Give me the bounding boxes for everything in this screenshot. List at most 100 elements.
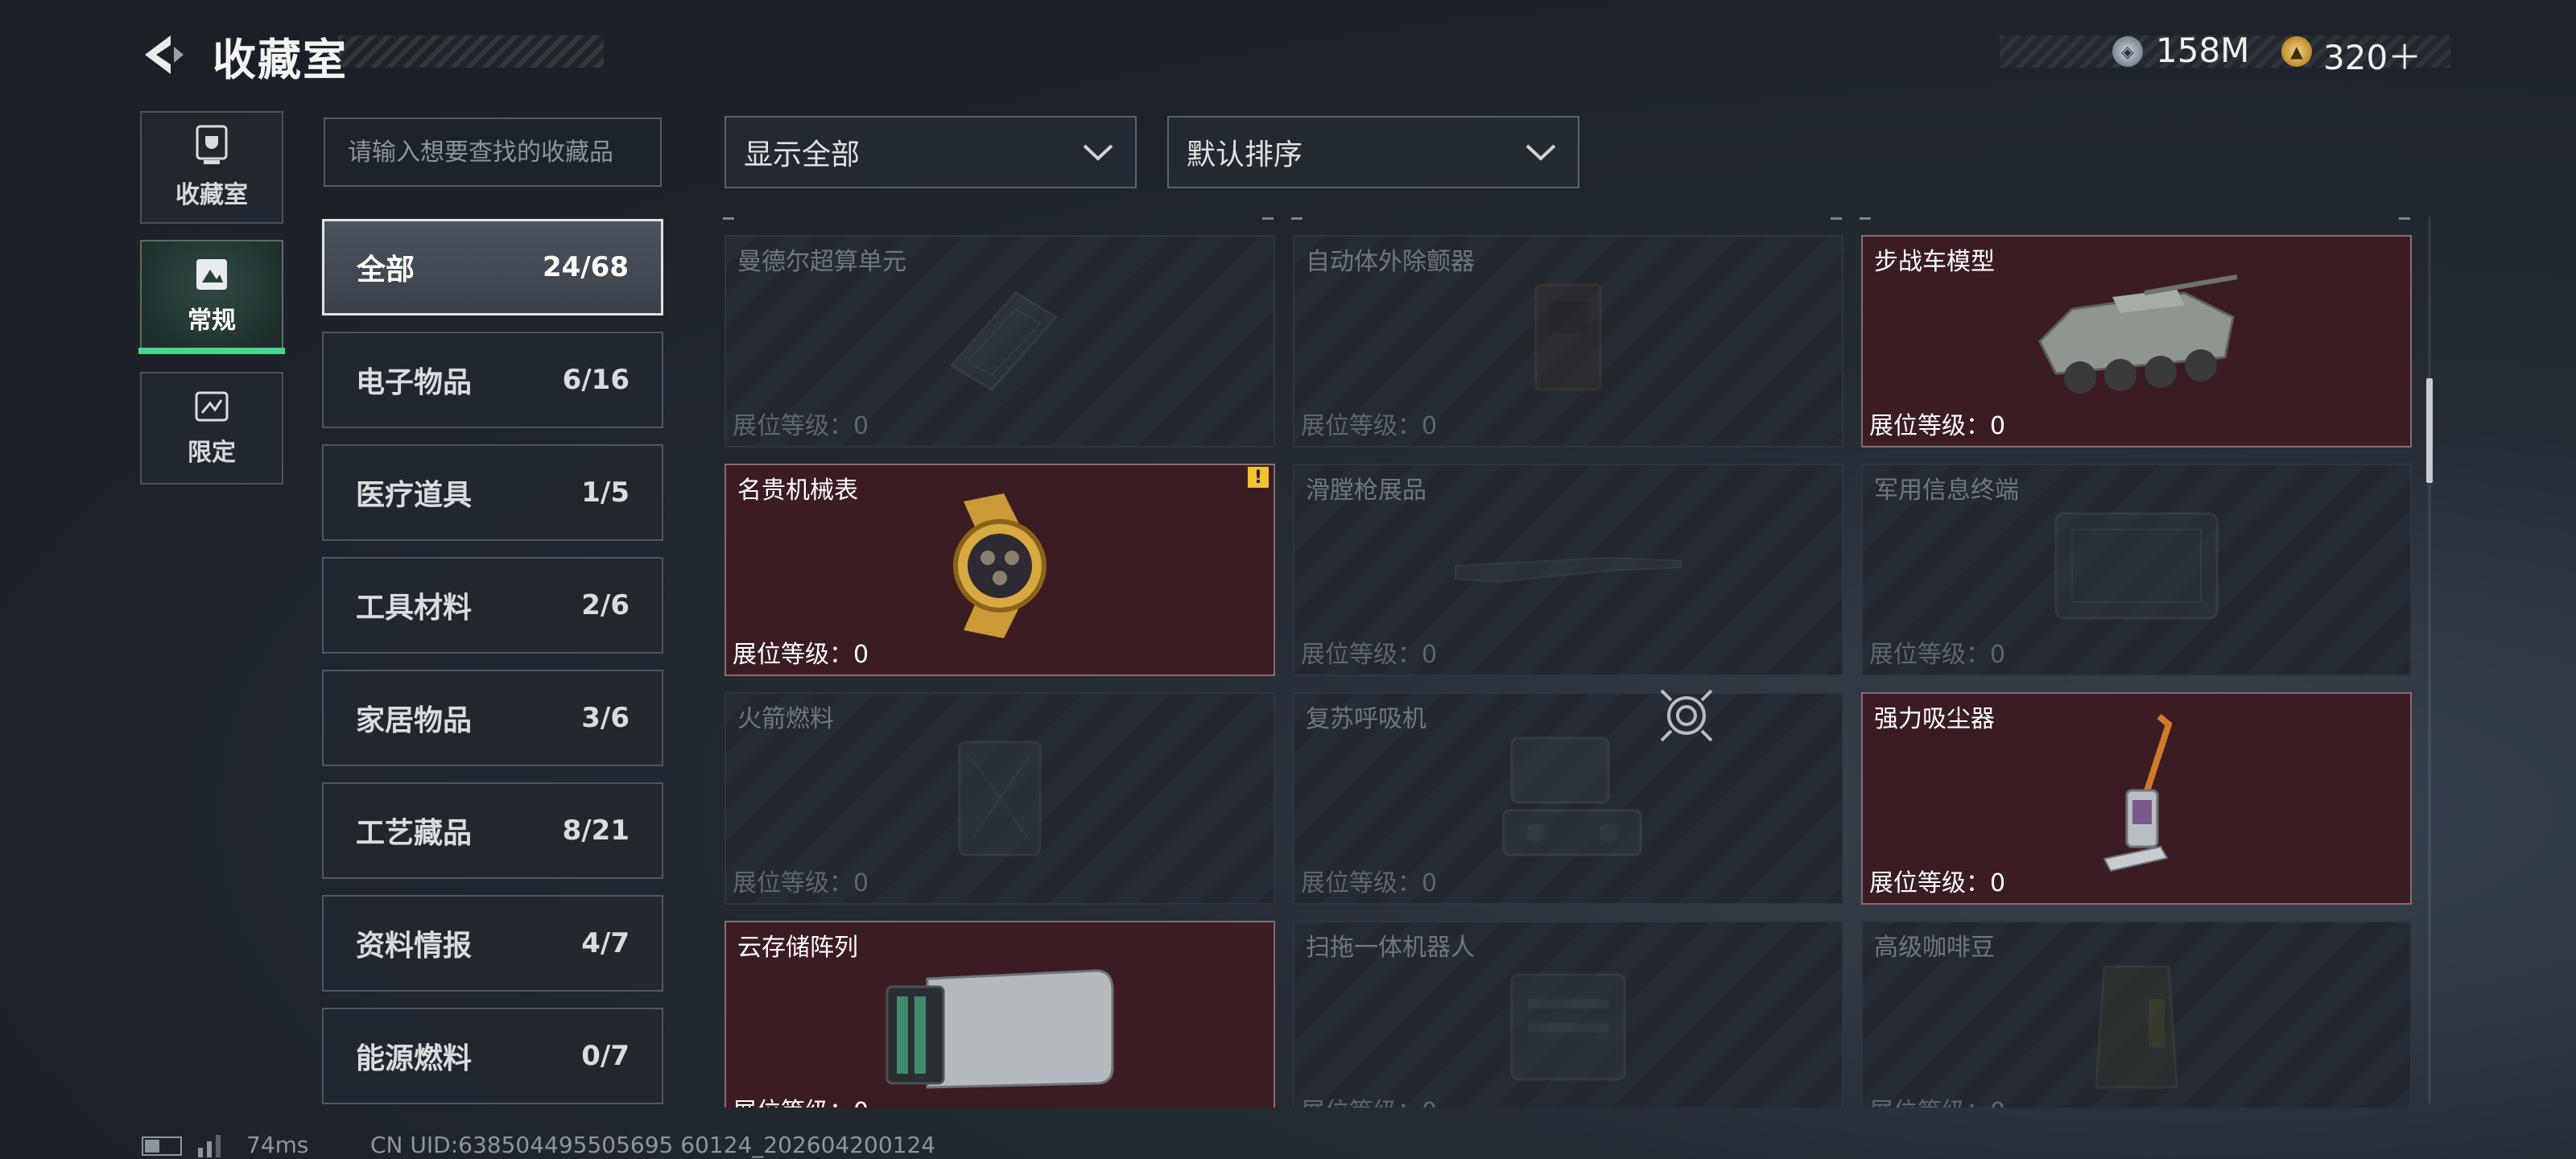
item-level: 展位等级：0	[733, 412, 869, 440]
category-electronics[interactable]: 电子物品 6/16	[322, 332, 663, 428]
category-all[interactable]: 全部 24/68	[322, 219, 663, 316]
collection-card[interactable]: 火箭燃料 展位等级：0	[724, 692, 1275, 905]
item-level: 展位等级：0	[1301, 869, 1438, 897]
category-medical[interactable]: 医疗道具 1/5	[322, 444, 663, 541]
collection-card[interactable]: 高级咖啡豆 展位等级：0	[1861, 921, 2412, 1107]
category-count: 8/21	[562, 815, 630, 847]
collection-card[interactable]: 扫拖一体机器人 展位等级：0	[1293, 921, 1843, 1107]
item-level: 展位等级：0	[1869, 412, 2006, 440]
musket-icon	[1455, 556, 1682, 583]
mop-robot-icon	[1510, 973, 1626, 1081]
vacuum-cleaner-icon	[2103, 713, 2173, 872]
collection-card[interactable]: 名贵机械表 ! 展位等级：0	[724, 464, 1275, 676]
category-energy[interactable]: 能源燃料 0/7	[322, 1008, 663, 1104]
collection-card[interactable]: 军用信息终端 展位等级：0	[1861, 464, 2412, 676]
trophy-icon	[196, 125, 228, 164]
category-name: 工具材料	[356, 592, 473, 625]
chevron-down-icon	[1083, 144, 1113, 161]
gold-coin-icon: ▲	[2281, 36, 2312, 67]
storage-array-icon	[886, 969, 1114, 1089]
nav-label: 收藏室	[175, 181, 248, 209]
item-name: 军用信息终端	[1874, 476, 2019, 505]
defibrillator-icon	[1534, 283, 1602, 391]
item-level: 展位等级：0	[1869, 869, 2006, 897]
item-name: 名贵机械表	[737, 476, 858, 505]
rugged-case-icon	[2054, 512, 2219, 620]
category-crafts[interactable]: 工艺藏品 8/21	[322, 782, 663, 879]
collection-card[interactable]: 步战车模型 展位等级：0	[1861, 235, 2412, 448]
ventilator-icon	[1502, 736, 1642, 856]
sort-value: 默认排序	[1187, 138, 1303, 171]
nav-label: 限定	[188, 439, 236, 467]
collection-card[interactable]: 强力吸尘器 展位等级：0	[1861, 692, 2412, 905]
server-box-icon	[949, 291, 1059, 391]
nav-regular[interactable]: 常规	[140, 240, 283, 353]
category-intel[interactable]: 资料情报 4/7	[322, 895, 663, 992]
item-level: 展位等级：0	[733, 641, 869, 669]
item-name: 曼德尔超算单元	[737, 248, 906, 276]
ping-value: 74ms	[246, 1132, 309, 1158]
fuel-canister-icon	[958, 740, 1042, 856]
item-name: 强力吸尘器	[1874, 705, 1995, 733]
chevron-down-icon	[1525, 144, 1556, 161]
grid-scrollbar-track[interactable]	[2428, 217, 2431, 1103]
signal-icon	[198, 1135, 221, 1157]
target-reticle-icon[interactable]	[1657, 686, 1716, 745]
item-name: 云存储阵列	[737, 934, 858, 962]
image-frame-icon	[196, 259, 227, 290]
nav-label: 常规	[188, 307, 236, 335]
collection-card[interactable]: 云存储阵列 展位等级：0	[724, 921, 1275, 1107]
nav-limited[interactable]: 限定	[140, 372, 283, 485]
nav-collection-room[interactable]: 收藏室	[140, 111, 283, 224]
back-arrow-icon[interactable]	[138, 32, 187, 77]
page-title: 收藏室	[213, 35, 348, 85]
category-count: 24/68	[542, 251, 629, 283]
category-tools[interactable]: 工具材料 2/6	[322, 557, 663, 654]
uid-text: CN UID:638504495505695 60124_20260420012…	[370, 1132, 936, 1158]
category-name: 医疗道具	[356, 479, 473, 512]
item-level: 展位等级：0	[733, 869, 869, 897]
coffee-bag-icon	[2095, 965, 2178, 1089]
armored-vehicle-icon	[2038, 274, 2238, 394]
category-name: 全部	[357, 254, 415, 287]
item-name: 滑膛枪展品	[1306, 476, 1426, 505]
silver-coin-icon: ◈	[2112, 36, 2143, 67]
search-box[interactable]	[324, 118, 662, 187]
category-name: 家居物品	[356, 704, 473, 737]
filter-value: 显示全部	[744, 138, 861, 171]
collection-card[interactable]: 滑膛枪展品 展位等级：0	[1293, 464, 1843, 676]
category-count: 6/16	[562, 364, 630, 396]
item-level: 展位等级：0	[733, 1091, 869, 1107]
gold-watch-icon	[953, 493, 1046, 638]
item-name: 高级咖啡豆	[1874, 934, 1995, 962]
item-name: 复苏呼吸机	[1306, 705, 1426, 733]
filter-dropdown[interactable]: 显示全部	[724, 116, 1137, 188]
category-name: 电子物品	[356, 366, 473, 399]
grid-scrollbar-thumb[interactable]	[2426, 378, 2433, 483]
category-count: 2/6	[581, 589, 630, 621]
collection-card[interactable]: 自动体外除颤器 展位等级：0	[1293, 235, 1843, 448]
item-name: 步战车模型	[1874, 248, 1995, 276]
search-input[interactable]	[325, 119, 660, 185]
nav-active-indicator	[138, 348, 285, 354]
item-level: 展位等级：0	[1301, 641, 1438, 669]
title-decoration	[338, 35, 604, 68]
item-name: 扫拖一体机器人	[1306, 934, 1475, 962]
gold-currency-value[interactable]: 320＋	[2323, 31, 2421, 80]
sort-dropdown[interactable]: 默认排序	[1167, 116, 1579, 188]
category-name: 资料情报	[356, 930, 473, 963]
silver-currency-value: 158M	[2156, 31, 2250, 70]
item-name: 火箭燃料	[737, 705, 834, 733]
category-count: 1/5	[581, 476, 630, 509]
category-household[interactable]: 家居物品 3/6	[322, 670, 663, 766]
collection-card[interactable]: 曼德尔超算单元 展位等级：0	[724, 235, 1275, 448]
item-level: 展位等级：0	[1301, 412, 1438, 440]
item-level: 展位等级：0	[1869, 641, 2006, 669]
item-name: 自动体外除颤器	[1306, 248, 1475, 276]
collection-grid: 曼德尔超算单元 展位等级：0 自动体外除颤器 展位等级：0 步战车模型 展位等级…	[723, 214, 2429, 1107]
item-level: 展位等级：0	[1869, 1091, 2005, 1107]
collection-card[interactable]: 复苏呼吸机 展位等级：0	[1293, 692, 1843, 905]
item-level: 展位等级：0	[1301, 1091, 1437, 1107]
category-count: 4/7	[581, 927, 630, 959]
category-name: 工艺藏品	[356, 817, 473, 850]
